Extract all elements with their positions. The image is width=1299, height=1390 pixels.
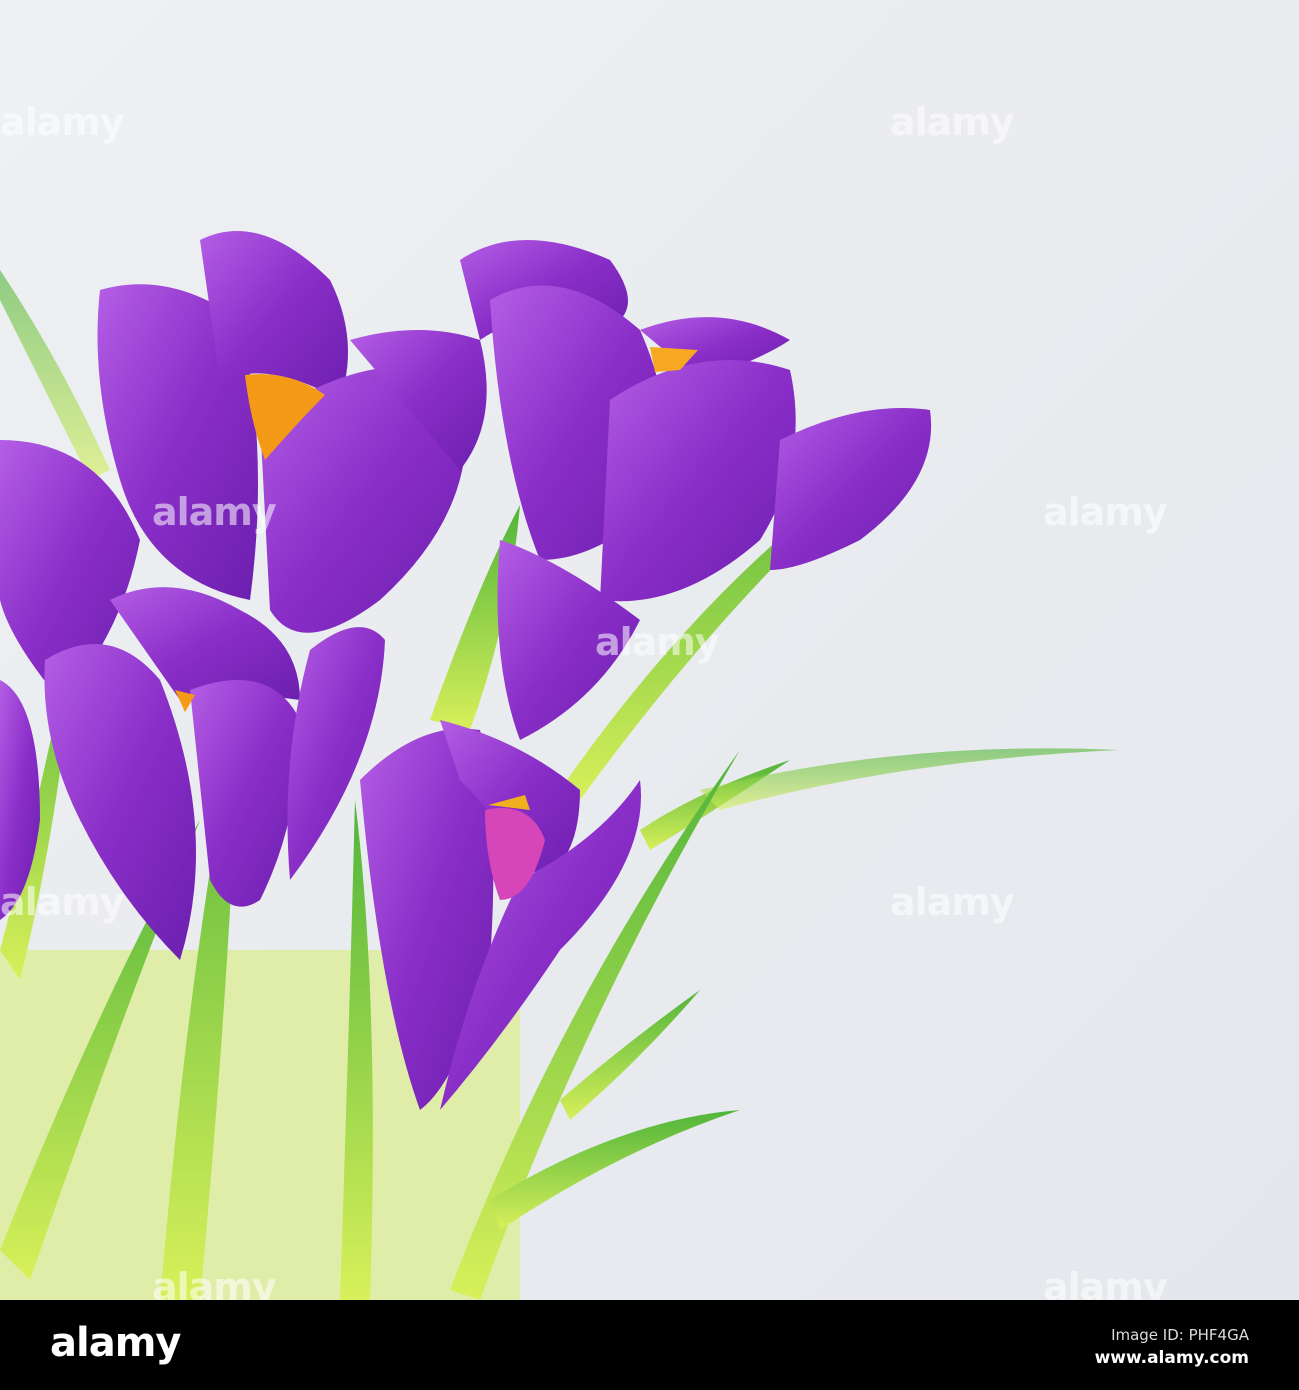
watermark: alamy	[890, 100, 1015, 144]
footer-bar: alamy Image ID: PHF4GA www.alamy.com	[0, 1300, 1299, 1390]
watermark: alamy	[595, 620, 720, 664]
image-id: Image ID: PHF4GA	[1111, 1326, 1249, 1344]
watermark: alamy	[890, 880, 1015, 924]
watermark: alamy	[1043, 490, 1168, 534]
watermark: alamy	[0, 880, 125, 924]
alamy-logo: alamy	[50, 1320, 181, 1366]
site-url: www.alamy.com	[1094, 1348, 1249, 1368]
watermark: alamy	[0, 100, 125, 144]
watermark: alamy	[152, 490, 277, 534]
